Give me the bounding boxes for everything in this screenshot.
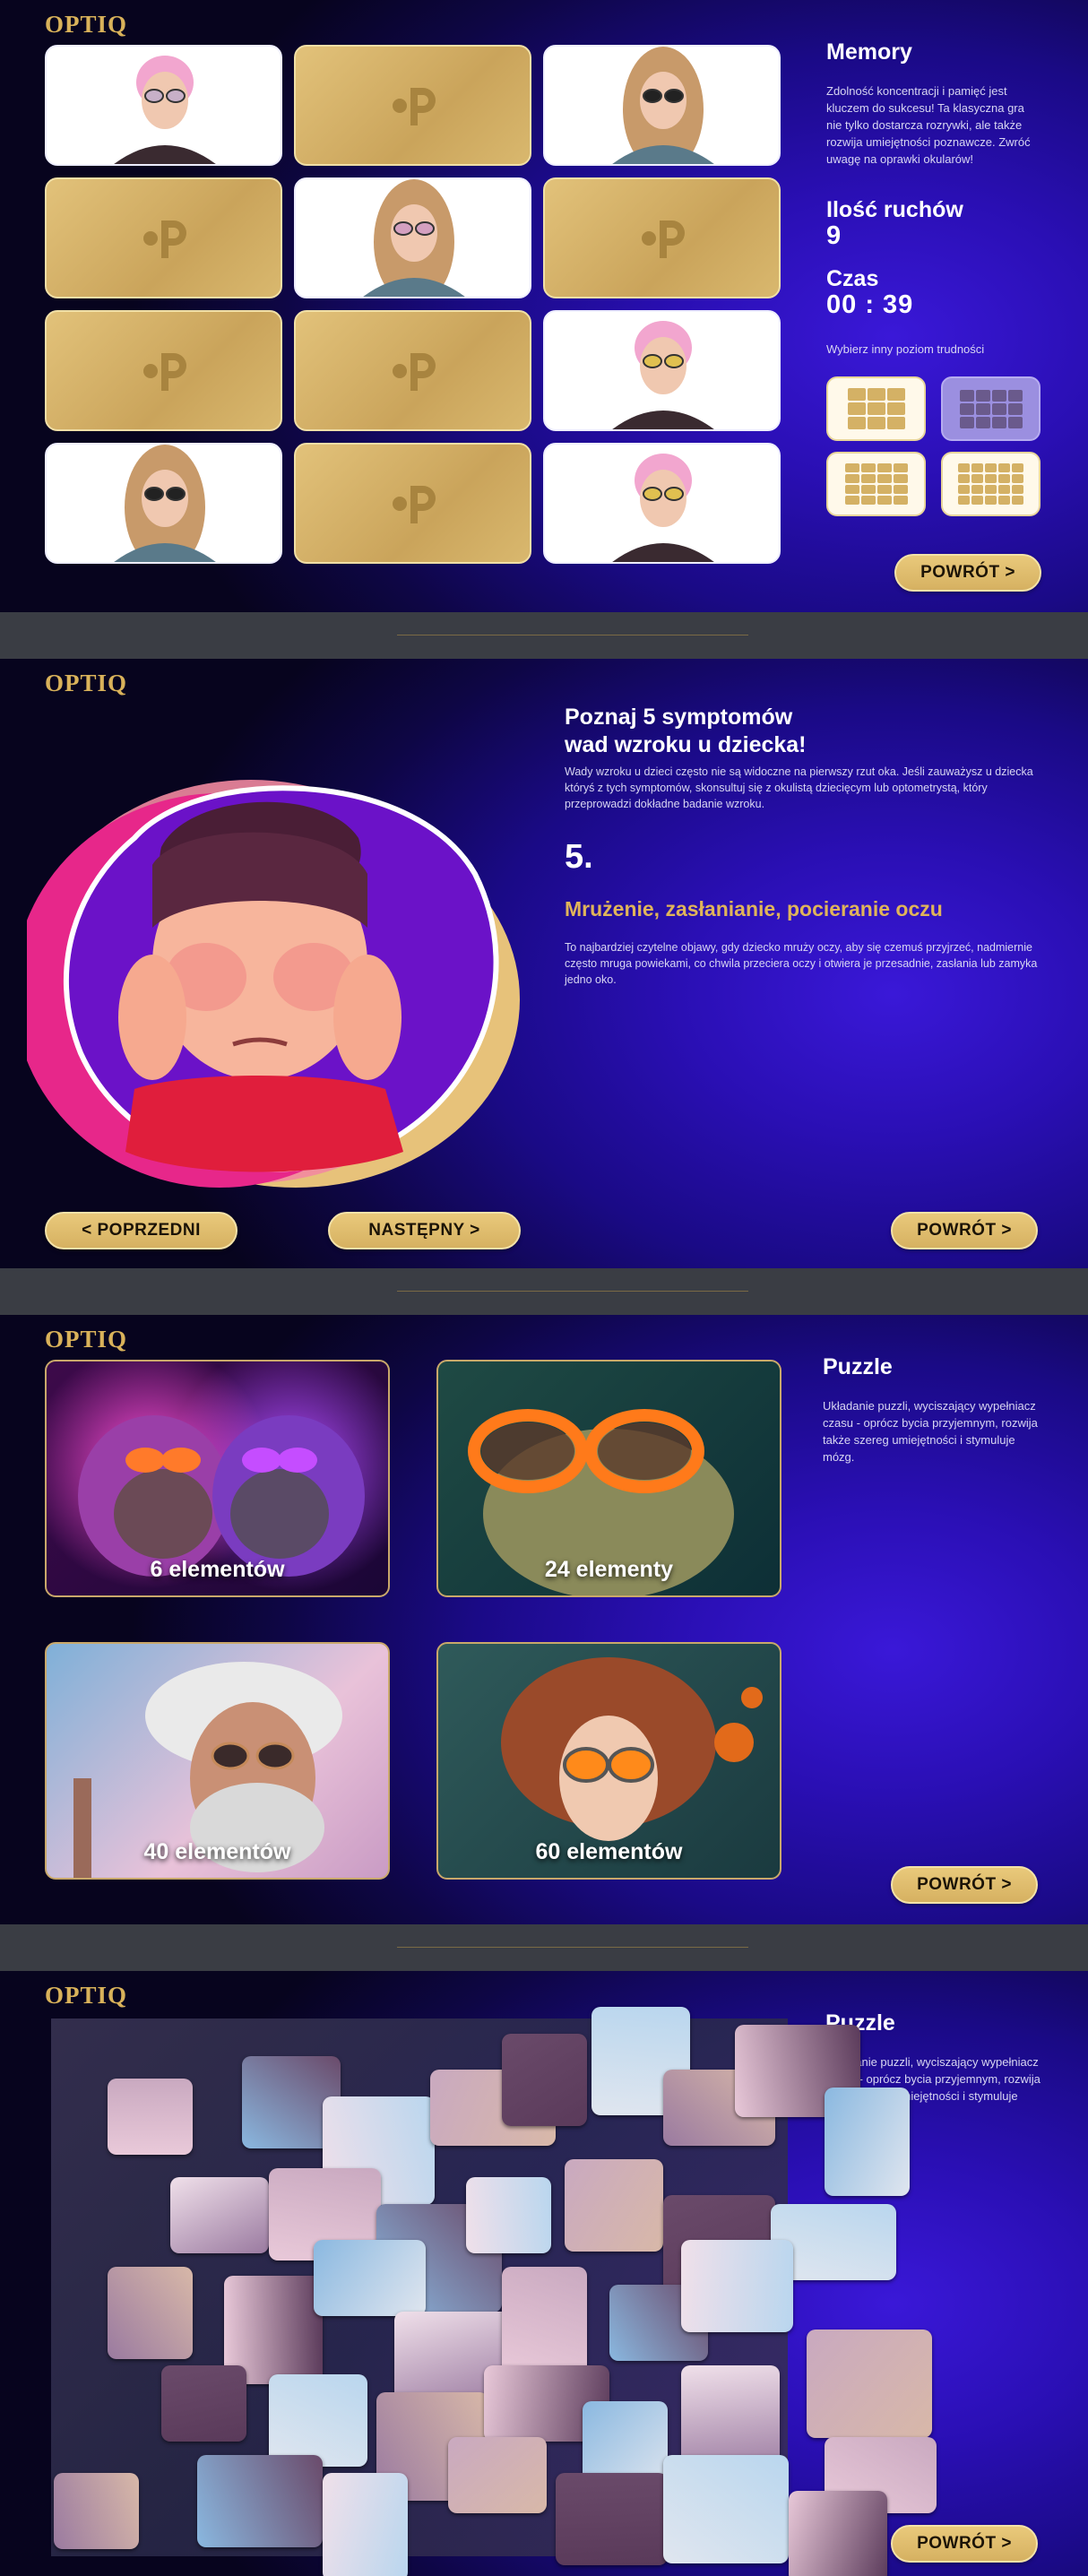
- puzzle-piece[interactable]: [170, 2177, 269, 2253]
- puzzle-piece[interactable]: [789, 2491, 887, 2576]
- symptoms-back-button[interactable]: POWRÓT >: [891, 1212, 1038, 1249]
- memory-card-back[interactable]: [543, 177, 781, 298]
- optiq-p-icon: [142, 220, 186, 258]
- puzzle-piece[interactable]: [663, 2455, 789, 2563]
- memory-description: Zdolność koncentracji i pamięć jest kluc…: [826, 84, 1031, 166]
- puzzle-option-label: 6 elementów: [150, 1557, 285, 1582]
- puzzle-piece[interactable]: [565, 2159, 663, 2252]
- portrait-image: [363, 179, 465, 297]
- previous-button[interactable]: < POPRZEDNI: [45, 1212, 237, 1249]
- symptoms-screen: OPTIQ Poznaj 5 symptomów wad wzroku u dz…: [0, 659, 1088, 1268]
- puzzle-piece[interactable]: [314, 2240, 426, 2316]
- divider-line: [397, 1947, 748, 1948]
- divider-band: [0, 1924, 1088, 1971]
- portrait-image: [114, 56, 216, 164]
- puzzle-piece[interactable]: [556, 2473, 668, 2565]
- symptom-number: 5.: [565, 838, 593, 876]
- puzzle-piece[interactable]: [54, 2473, 139, 2549]
- memory-card-face[interactable]: [543, 45, 781, 166]
- puzzle-piece[interactable]: [502, 2034, 587, 2126]
- puzzle-piece[interactable]: [161, 2365, 246, 2442]
- puzzle-piece[interactable]: [108, 2079, 193, 2155]
- time-value: 00 : 39: [826, 290, 914, 319]
- puzzle-piece[interactable]: [323, 2473, 408, 2576]
- optiq-p-icon: [392, 352, 436, 391]
- next-button[interactable]: NASTĘPNY >: [328, 1212, 521, 1249]
- puzzle-option-label: 24 elementy: [544, 1557, 674, 1582]
- optiq-logo: OPTIQ: [45, 670, 128, 696]
- memory-card-back[interactable]: [45, 177, 282, 298]
- difficulty-4x4-button[interactable]: [826, 452, 926, 516]
- symptoms-intro: Wady wzroku u dzieci często nie są widoc…: [565, 765, 1033, 810]
- puzzle-title: Puzzle: [823, 1354, 893, 1379]
- memory-card-back[interactable]: [294, 443, 531, 564]
- optiq-logo: OPTIQ: [45, 1982, 128, 2009]
- puzzle-option-label: 60 elementów: [535, 1839, 683, 1864]
- memory-card-face[interactable]: [294, 177, 531, 298]
- puzzle-piece[interactable]: [108, 2267, 193, 2359]
- memory-card-back[interactable]: [294, 310, 531, 431]
- symptom-description: To najbardziej czytelne objawy, gdy dzie…: [565, 941, 1038, 986]
- symptoms-title-line1: Poznaj 5 symptomów: [565, 705, 793, 730]
- puzzle-piece[interactable]: [681, 2240, 793, 2332]
- puzzle-game-screen: OPTIQ Puzzle Układanie puzzli, wyciszają…: [0, 1971, 1088, 2576]
- puzzle-piece[interactable]: [825, 2088, 910, 2196]
- memory-card-face[interactable]: [543, 443, 781, 564]
- memory-card-back[interactable]: [294, 45, 531, 166]
- puzzle-piece[interactable]: [269, 2374, 367, 2467]
- optiq-p-icon: [392, 87, 436, 125]
- optiq-logo: OPTIQ: [45, 11, 128, 38]
- optiq-p-icon: [142, 352, 186, 391]
- memory-screen: OPTIQ Memory Zdolność koncentracji i pam…: [0, 0, 1088, 612]
- puzzle-option-6[interactable]: 6 elementów: [45, 1360, 390, 1597]
- memory-card-back[interactable]: [45, 310, 282, 431]
- divider-band: [0, 612, 1088, 659]
- puzzle-game-back-button[interactable]: POWRÓT >: [891, 2525, 1038, 2563]
- symptom-title: Mrużenie, zasłanianie, pocieranie oczu: [565, 897, 943, 921]
- difficulty-4x3-button[interactable]: [941, 376, 1041, 441]
- divider-line: [397, 1291, 748, 1292]
- puzzle-piece[interactable]: [807, 2330, 932, 2438]
- puzzle-piece[interactable]: [197, 2455, 323, 2547]
- puzzle-option-40[interactable]: 40 elementów: [45, 1642, 390, 1880]
- moves-label: Ilość ruchów: [826, 197, 963, 222]
- puzzle-option-24[interactable]: 24 elementy: [436, 1360, 781, 1597]
- puzzle-option-60[interactable]: 60 elementów: [436, 1642, 781, 1880]
- portrait-image: [114, 445, 216, 562]
- puzzle-piece[interactable]: [466, 2177, 551, 2253]
- optiq-logo: OPTIQ: [45, 1326, 128, 1353]
- puzzle-select-screen: OPTIQ 6 elementów 24 elementy 40 element…: [0, 1315, 1088, 1924]
- portrait-image: [612, 321, 714, 429]
- symptoms-title-line2: wad wzroku u dziecka!: [565, 732, 807, 757]
- time-label: Czas: [826, 266, 879, 291]
- puzzle-select-back-button[interactable]: POWRÓT >: [891, 1866, 1038, 1904]
- memory-card-face[interactable]: [45, 443, 282, 564]
- portrait-image: [612, 47, 714, 164]
- difficulty-5x4-button[interactable]: [941, 452, 1041, 516]
- memory-card-face[interactable]: [45, 45, 282, 166]
- difficulty-label: Wybierz inny poziom trudności: [826, 342, 985, 356]
- moves-value: 9: [826, 221, 842, 250]
- divider-band: [0, 1268, 1088, 1315]
- optiq-p-icon: [392, 485, 436, 523]
- optiq-p-icon: [641, 220, 685, 258]
- memory-back-button[interactable]: POWRÓT >: [894, 554, 1041, 592]
- puzzle-piece[interactable]: [448, 2437, 547, 2513]
- memory-title: Memory: [826, 39, 912, 65]
- child-rubbing-eyes-illustration: [27, 780, 520, 1188]
- puzzle-option-label: 40 elementów: [143, 1839, 291, 1864]
- puzzle-piece[interactable]: [502, 2267, 587, 2375]
- puzzle-description: Układanie puzzli, wyciszający wypełniacz…: [823, 1399, 1038, 1464]
- memory-card-face[interactable]: [543, 310, 781, 431]
- difficulty-3x2-button[interactable]: [826, 376, 926, 441]
- portrait-image: [612, 454, 714, 562]
